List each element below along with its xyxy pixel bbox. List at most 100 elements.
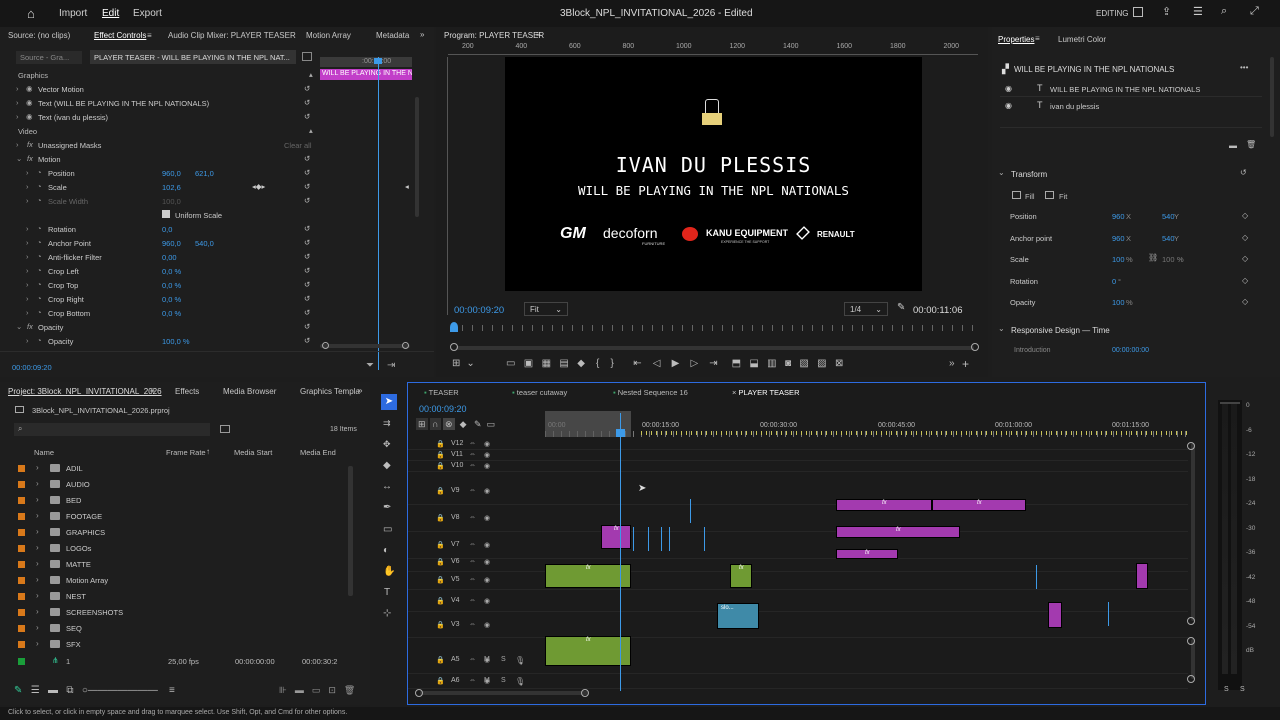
expand-toggle-icon[interactable]: › (36, 607, 39, 616)
collapse-icon[interactable]: ⌄ (998, 324, 1005, 333)
reset-icon[interactable]: ↺ (304, 112, 310, 121)
thin-clip[interactable] (669, 527, 670, 551)
new-item-icon[interactable]: ⊡ (328, 685, 344, 695)
mute-button[interactable]: M (484, 677, 490, 684)
expand-toggle-icon[interactable]: › (36, 479, 39, 488)
track-row-v5[interactable]: 🔒 V5 ⇔ ◉ (408, 572, 1188, 590)
stopwatch-icon[interactable]: ◔ (37, 308, 42, 317)
quick-export-icon[interactable]: ☰ (1193, 5, 1203, 18)
zoom-tool-icon[interactable]: ◐ (383, 545, 389, 556)
new-bin-icon[interactable]: ▭ (312, 685, 329, 695)
project-actions[interactable]: ⊪▬▭⊡🗑 (279, 685, 363, 696)
reset-icon[interactable]: ↺ (304, 238, 310, 247)
keyframe-nav-icon[interactable]: ◂ (405, 182, 409, 191)
stopwatch-icon[interactable]: ◔ (37, 336, 42, 345)
expand-toggle-icon[interactable]: › (26, 224, 29, 233)
keyframe-icon[interactable]: ◇ (1242, 233, 1248, 242)
sync-lock-icon[interactable]: ⇔ (469, 677, 476, 684)
effect-row[interactable]: › ◔ Crop Right 0,0 % ↺ (0, 292, 320, 306)
collapse-icon[interactable]: ▴ (309, 70, 313, 79)
tab-media-browser[interactable]: Media Browser (223, 387, 276, 396)
project-menu-icon[interactable]: ≡ (150, 386, 155, 395)
expand-toggle-icon[interactable]: › (26, 182, 29, 191)
sync-lock-icon[interactable]: ⇔ (469, 487, 476, 494)
close-icon[interactable]: ▪ (512, 388, 515, 397)
value-1[interactable]: 0,0 % (162, 267, 181, 276)
sync-lock-icon[interactable]: ⇔ (469, 462, 476, 469)
add-marker-icon[interactable]: ◆ (577, 358, 585, 369)
vr-icon[interactable]: ▤ (559, 358, 568, 369)
property-x-value[interactable]: 100 (1112, 255, 1125, 264)
more-options-icon[interactable]: ••• (1240, 63, 1248, 72)
track-label[interactable]: V9 (451, 487, 460, 494)
reset-icon[interactable]: ↺ (304, 336, 310, 345)
reset-icon[interactable]: ↺ (304, 322, 310, 331)
expand-toggle-icon[interactable]: › (26, 308, 29, 317)
panel-overflow-icon[interactable]: » (420, 30, 424, 39)
timeline-scroll-left-handle[interactable] (415, 689, 423, 697)
track-lock-icon[interactable]: 🔒 (436, 677, 445, 685)
timeline-clip[interactable]: fx (836, 526, 960, 538)
track-row-a5[interactable]: 🔒 A5 ⇔ ◉ M S 🎙 (408, 648, 1188, 674)
timeline-playhead[interactable] (620, 413, 621, 691)
solo-right-button[interactable]: S (1240, 686, 1245, 693)
track-label[interactable]: A5 (451, 656, 460, 663)
track-row-v10[interactable]: 🔒 V10 ⇔ ◉ (408, 461, 1188, 472)
layer-row-1[interactable]: ◉ T WILL BE PLAYING IN THE NPL NATIONALS (1000, 81, 1262, 97)
expand-toggle-icon[interactable]: › (36, 591, 39, 600)
video-scroll-bottom-handle[interactable] (1187, 617, 1195, 625)
search-icon[interactable]: ⌕ (1221, 5, 1227, 18)
properties-vscroll[interactable] (1270, 57, 1274, 137)
thin-clip[interactable] (648, 527, 649, 551)
project-bin-row[interactable]: › SFX (0, 637, 350, 652)
transform-row[interactable]: Rotation 0 ° ◇ (992, 272, 1262, 290)
keyframe-icon[interactable]: ◇ (1242, 211, 1248, 220)
step-back-icon[interactable]: ◁ (653, 358, 661, 369)
track-label[interactable]: A6 (451, 677, 460, 684)
property-y-value[interactable]: 100 (1162, 255, 1175, 264)
expand-toggle-icon[interactable]: › (36, 575, 39, 584)
audio-scroll-top-handle[interactable] (1187, 637, 1195, 645)
track-label[interactable]: V10 (451, 462, 463, 469)
track-row-v3[interactable]: 🔒 V3 ⇔ ◉ (408, 614, 1188, 638)
step-forward-icon[interactable]: ▷ (690, 358, 698, 369)
track-label[interactable]: V4 (451, 597, 460, 604)
collapse-icon[interactable]: ⌄ (998, 168, 1005, 177)
timeline-playhead-handle[interactable] (616, 429, 625, 437)
track-row-v11[interactable]: 🔒 V11 ⇔ ◉ (408, 450, 1188, 461)
project-bin-row[interactable]: › BED (0, 493, 350, 508)
value-1[interactable]: 960,0 (162, 169, 181, 178)
reset-icon[interactable]: ↺ (304, 84, 310, 93)
track-row-v8[interactable]: 🔒 V8 ⇔ ◉ (408, 506, 1188, 532)
workspaces-icon[interactable] (1133, 7, 1143, 17)
track-lock-icon[interactable]: 🔒 (436, 558, 445, 566)
solo-button[interactable]: S (501, 656, 506, 663)
trim-icon[interactable]: ▥ (767, 358, 776, 369)
sync-lock-icon[interactable]: ⇔ (469, 541, 476, 548)
transform-row[interactable]: Anchor point 960 X 540 Y ◇ (992, 229, 1262, 247)
reset-icon[interactable]: ↺ (304, 266, 310, 275)
safe-margins-icon[interactable]: ▭ (506, 358, 515, 369)
sort-icons-icon[interactable]: ≡ (169, 685, 175, 696)
track-label[interactable]: V6 (451, 558, 460, 565)
sync-lock-icon[interactable]: ⇔ (469, 576, 476, 583)
captions-icon[interactable]: ▭ (487, 419, 496, 429)
timeline-clip[interactable]: fx (601, 525, 631, 549)
expand-toggle-icon[interactable]: › (36, 559, 39, 568)
effect-row[interactable]: › ◔ Crop Bottom 0,0 % ↺ (0, 306, 320, 320)
tab-program[interactable]: Program: PLAYER TEASER (444, 31, 544, 40)
effect-row[interactable]: › ◔ Anti-flicker Filter 0,00 ↺ (0, 250, 320, 264)
timeline-timecode[interactable]: 00:00:09:20 (419, 404, 467, 414)
track-eye-icon[interactable]: ◉ (484, 558, 490, 566)
mark-in-icon[interactable]: { (596, 358, 599, 369)
effect-row[interactable]: › ◔ Scale Width 100,0 ↺ (0, 194, 320, 208)
track-row-v4[interactable]: 🔒 V4 ⇔ ◉ (408, 592, 1188, 612)
clear-icon[interactable]: 🗑 (344, 685, 363, 695)
effect-row[interactable]: › ◉ Text (ivan du plessis) ↺ (0, 110, 320, 124)
timeline-clip[interactable]: fx (545, 564, 631, 588)
expand-toggle-icon[interactable]: › (36, 463, 39, 472)
list-view-icon[interactable]: ☰ (31, 685, 40, 696)
thin-clip[interactable] (633, 527, 634, 551)
property-x-value[interactable]: 0 (1112, 277, 1116, 286)
timeline-hscroll[interactable] (420, 691, 588, 695)
